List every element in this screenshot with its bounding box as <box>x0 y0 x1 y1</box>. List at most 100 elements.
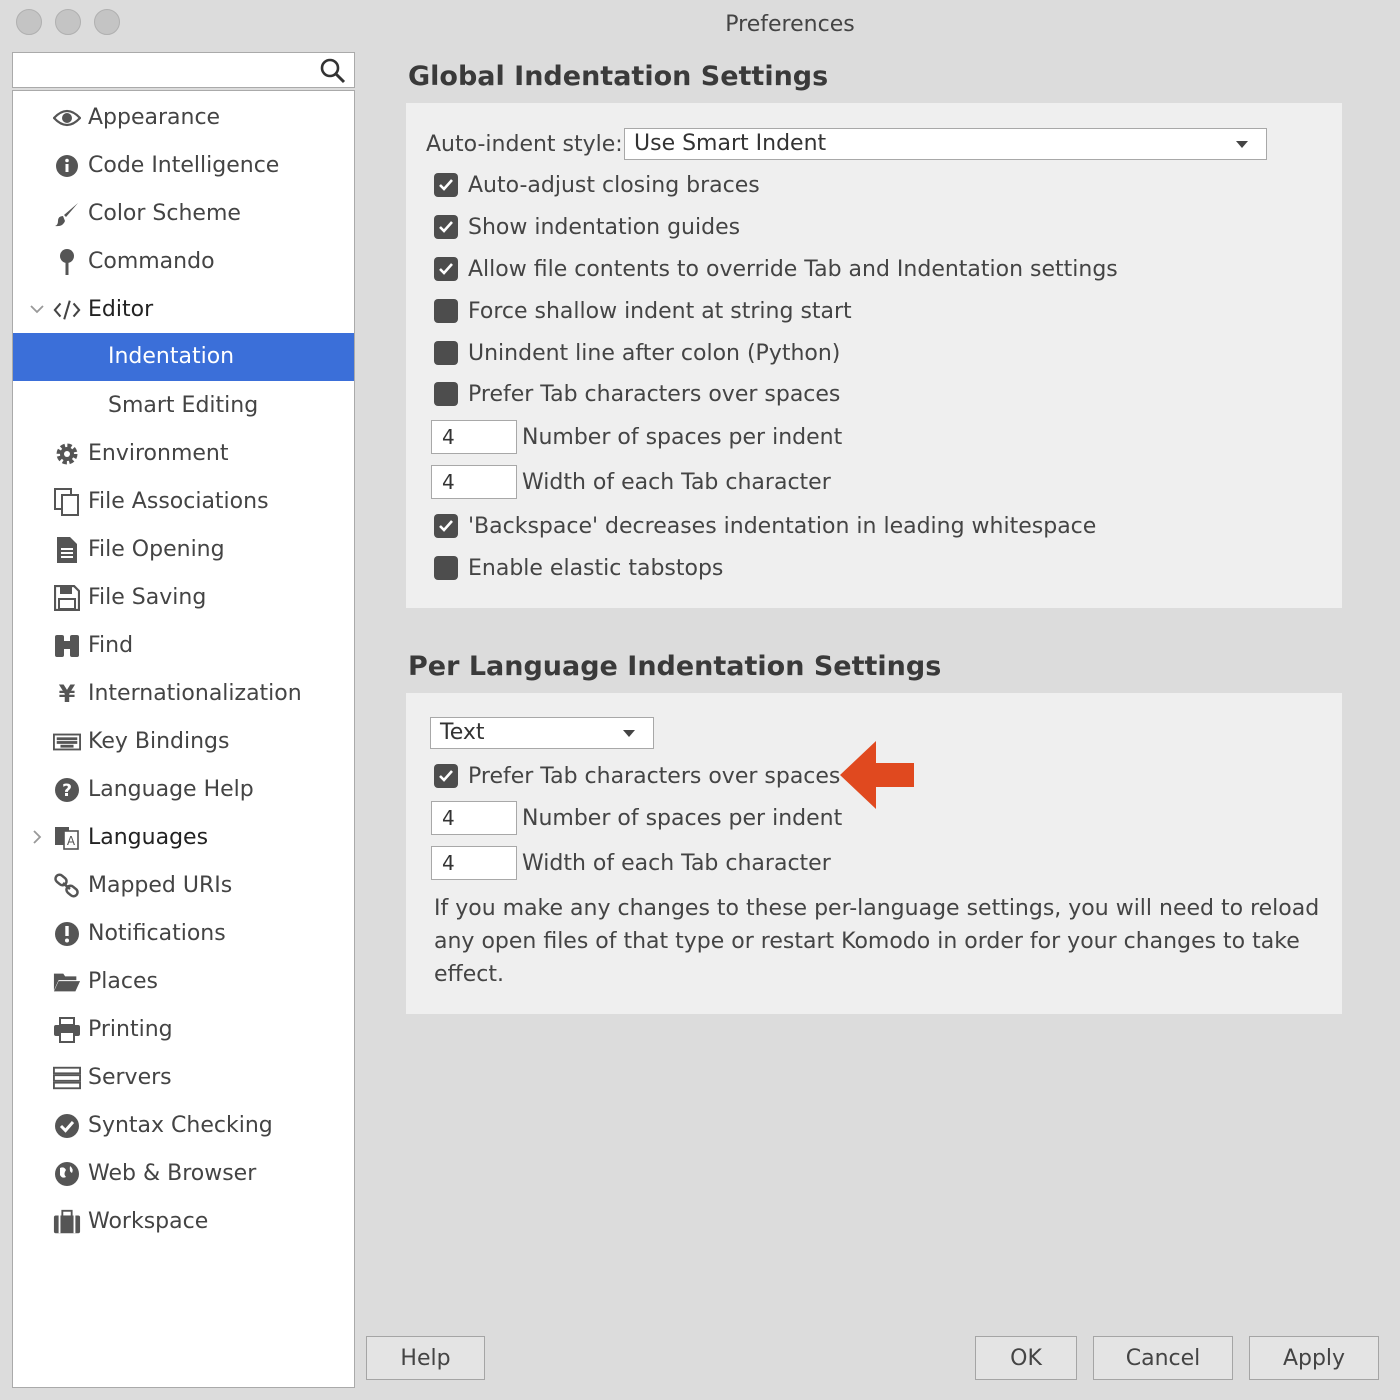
prefer-tabs-checkbox[interactable] <box>434 382 458 406</box>
backspace-row[interactable]: 'Backspace' decreases indentation in lea… <box>434 509 1096 543</box>
auto-indent-style-select[interactable]: Use Smart Indent <box>624 128 1267 160</box>
sidebar-item-places[interactable]: Places <box>13 958 354 1006</box>
sidebar-item-appearance[interactable]: Appearance <box>13 94 354 142</box>
language-value: Text <box>440 720 485 745</box>
auto-indent-label: Auto-indent style: <box>426 131 623 157</box>
reload-notice: If you make any changes to these per-lan… <box>434 896 1320 987</box>
allow-override-row[interactable]: Allow file contents to override Tab and … <box>434 252 1118 286</box>
sidebar-item-internationalization[interactable]: ¥ Internationalization <box>13 670 354 718</box>
spaces-per-indent-input[interactable]: 4 <box>431 420 517 454</box>
show-guides-row[interactable]: Show indentation guides <box>434 210 740 244</box>
lang-spaces-per-indent-row: 4 Number of spaces per indent <box>431 801 842 835</box>
allow-override-checkbox[interactable] <box>434 257 458 281</box>
sidebar-item-syntax-checking[interactable]: Syntax Checking <box>13 1102 354 1150</box>
translate-icon: A <box>53 824 81 852</box>
field-label: Number of spaces per indent <box>522 424 843 450</box>
sidebar-item-web-browser[interactable]: Web & Browser <box>13 1150 354 1198</box>
gear-icon <box>53 440 81 468</box>
cancel-button[interactable]: Cancel <box>1093 1336 1233 1380</box>
search-input[interactable] <box>19 53 313 87</box>
sidebar-item-language-help[interactable]: ? Language Help <box>13 766 354 814</box>
sidebar-item-mapped-uris[interactable]: Mapped URIs <box>13 862 354 910</box>
sidebar-item-code-intelligence[interactable]: Code Intelligence <box>13 142 354 190</box>
checkbox-label: Auto-adjust closing braces <box>468 172 760 198</box>
sidebar-item-find[interactable]: Find <box>13 622 354 670</box>
auto-adjust-braces-checkbox[interactable] <box>434 173 458 197</box>
force-shallow-checkbox[interactable] <box>434 299 458 323</box>
field-label: Number of spaces per indent <box>522 805 843 831</box>
sidebar-item-label: File Saving <box>88 585 207 610</box>
sidebar-item-label: Internationalization <box>88 681 302 706</box>
sidebar-item-label: Code Intelligence <box>88 153 280 178</box>
elastic-tabstops-row[interactable]: Enable elastic tabstops <box>434 551 723 585</box>
checkbox-label: Prefer Tab characters over spaces <box>468 381 841 407</box>
search-icon[interactable] <box>320 58 346 84</box>
tab-width-input[interactable]: 4 <box>431 465 517 499</box>
sidebar-item-label: Find <box>88 633 134 658</box>
tab-width-row: 4 Width of each Tab character <box>431 465 831 499</box>
sidebar-item-file-associations[interactable]: File Associations <box>13 478 354 526</box>
svg-text:A: A <box>67 834 76 848</box>
yen-icon: ¥ <box>58 680 76 708</box>
sidebar-item-label: Key Bindings <box>88 729 230 754</box>
ok-button[interactable]: OK <box>975 1336 1077 1380</box>
sidebar-item-label: Places <box>88 969 158 994</box>
sidebar-item-indentation[interactable]: Indentation <box>13 333 354 381</box>
lang-prefer-tabs-row[interactable]: Prefer Tab characters over spaces <box>434 759 840 793</box>
force-shallow-row[interactable]: Force shallow indent at string start <box>434 294 852 328</box>
sidebar-item-label: Languages <box>88 825 209 850</box>
link-icon <box>53 872 81 900</box>
unindent-colon-row[interactable]: Unindent line after colon (Python) <box>434 336 840 370</box>
sidebar-item-file-opening[interactable]: File Opening <box>13 526 354 574</box>
floppy-icon <box>53 584 81 612</box>
search-box <box>12 52 355 88</box>
svg-text:?: ? <box>62 781 72 801</box>
sidebar-item-label: Commando <box>88 249 215 274</box>
checkbox-label: Force shallow indent at string start <box>468 298 852 324</box>
sidebar-item-servers[interactable]: Servers <box>13 1054 354 1102</box>
show-guides-checkbox[interactable] <box>434 215 458 239</box>
sidebar-item-color-scheme[interactable]: Color Scheme <box>13 190 354 238</box>
sidebar-item-commando[interactable]: Commando <box>13 238 354 286</box>
sidebar-item-environment[interactable]: Environment <box>13 430 354 478</box>
global-settings-heading: Global Indentation Settings <box>408 61 829 92</box>
sidebar-item-notifications[interactable]: Notifications <box>13 910 354 958</box>
dropdown-arrow-icon <box>1236 141 1248 148</box>
backspace-checkbox[interactable] <box>434 514 458 538</box>
prefer-tabs-row[interactable]: Prefer Tab characters over spaces <box>434 377 840 411</box>
chevron-right-icon[interactable] <box>29 827 45 847</box>
global-settings-panel: Auto-indent style: Use Smart Indent Auto… <box>406 103 1342 608</box>
sidebar-item-languages[interactable]: A Languages <box>13 814 354 862</box>
globe-icon <box>53 1160 81 1188</box>
chevron-down-icon[interactable] <box>29 299 45 319</box>
sidebar-item-file-saving[interactable]: File Saving <box>13 574 354 622</box>
sidebar-item-editor[interactable]: Editor <box>13 286 354 334</box>
sidebar-item-smart-editing[interactable]: Smart Editing <box>13 382 354 430</box>
field-label: Width of each Tab character <box>522 850 831 876</box>
checkbox-label: Show indentation guides <box>468 214 741 240</box>
lang-prefer-tabs-checkbox[interactable] <box>434 764 458 788</box>
sidebar-item-key-bindings[interactable]: Key Bindings <box>13 718 354 766</box>
sidebar-item-workspace[interactable]: Workspace <box>13 1198 354 1246</box>
field-label: Width of each Tab character <box>522 469 831 495</box>
lang-spaces-per-indent-input[interactable]: 4 <box>431 801 517 835</box>
title-bar: Preferences <box>0 0 1400 50</box>
language-select[interactable]: Text <box>430 717 654 749</box>
sidebar-item-label: File Associations <box>88 489 269 514</box>
sidebar-item-label: Syntax Checking <box>88 1113 273 1138</box>
unindent-colon-checkbox[interactable] <box>434 341 458 365</box>
elastic-tabstops-checkbox[interactable] <box>434 556 458 580</box>
info-icon <box>53 152 81 180</box>
sidebar-item-printing[interactable]: Printing <box>13 1006 354 1054</box>
sidebar-item-label: Editor <box>88 297 154 322</box>
sidebar-item-label: Appearance <box>88 105 221 130</box>
apply-button[interactable]: Apply <box>1249 1336 1379 1380</box>
sidebar-item-label: Servers <box>88 1065 172 1090</box>
check-circle-icon <box>53 1112 81 1140</box>
sidebar-item-label: Printing <box>88 1017 173 1042</box>
keyboard-icon <box>53 728 81 756</box>
printer-icon <box>53 1016 81 1044</box>
help-button[interactable]: Help <box>366 1336 485 1380</box>
auto-adjust-braces-row[interactable]: Auto-adjust closing braces <box>434 168 760 202</box>
lang-tab-width-input[interactable]: 4 <box>431 846 517 880</box>
